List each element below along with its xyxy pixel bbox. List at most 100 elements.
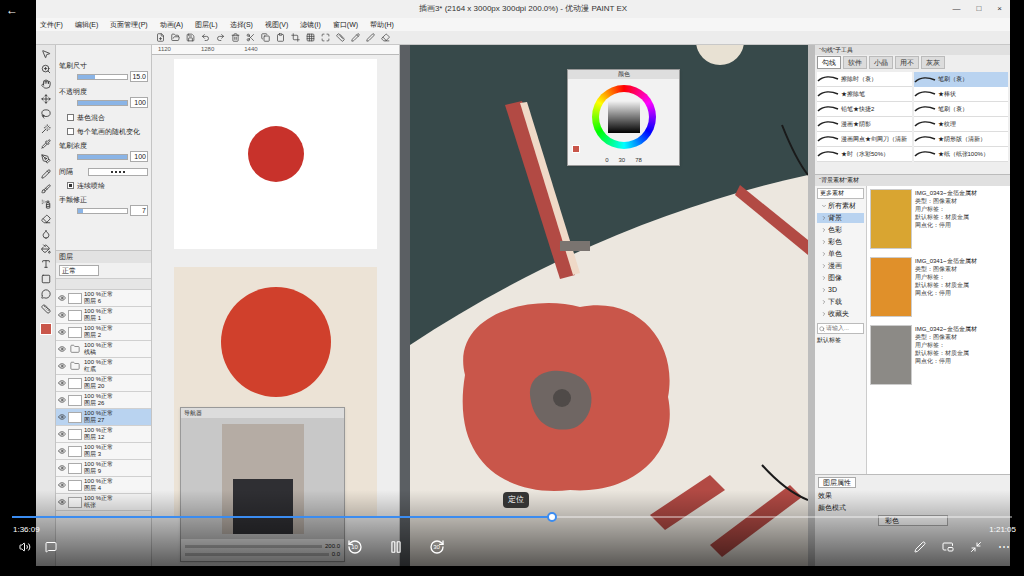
property-slider[interactable]	[77, 154, 128, 160]
rewind-button[interactable]: 10	[347, 539, 363, 555]
visibility-icon[interactable]	[58, 328, 66, 336]
layer-row[interactable]: 100 %正常图层 9	[56, 460, 151, 477]
brush-item[interactable]: 漫画★阴影	[817, 117, 912, 132]
toolbar-icon[interactable]	[156, 33, 165, 42]
tool-icon[interactable]	[41, 64, 51, 74]
material-tree-item[interactable]: 彩色	[817, 237, 864, 247]
menu-item[interactable]: 滤镜(I)	[300, 20, 321, 29]
layer-row[interactable]: 100 %正常图层 6	[56, 290, 151, 307]
menu-item[interactable]: 帮助(H)	[370, 20, 394, 29]
toolbar-icon[interactable]	[276, 33, 285, 42]
property-pattern-row[interactable]: 间隔	[59, 167, 148, 176]
material-tree-item[interactable]: 背景	[817, 213, 864, 223]
brush-item[interactable]: ★擦除笔	[817, 87, 912, 102]
brush-item[interactable]: 漫画网点★剑网刀（清新	[817, 132, 912, 147]
material-tree-item[interactable]: 3D	[817, 285, 864, 295]
exit-fullscreen-icon[interactable]	[970, 541, 982, 553]
brush-item[interactable]: ★纸（纸张100%）	[914, 147, 1009, 162]
current-color-swatch[interactable]	[572, 145, 580, 153]
visibility-icon[interactable]	[58, 362, 66, 370]
brush-item[interactable]: ★纹理	[914, 117, 1009, 132]
menu-item[interactable]: 选择(S)	[230, 20, 253, 29]
layer-row[interactable]: 100 %正常图层 1	[56, 307, 151, 324]
subtool-tab[interactable]: 勾线	[817, 56, 841, 69]
toolbar-icon[interactable]	[186, 33, 195, 42]
more-button[interactable]: ⋯	[998, 541, 1010, 553]
brush-item[interactable]: 笔刷（衰）	[914, 72, 1009, 87]
color-value[interactable]: 78	[635, 157, 642, 164]
tool-icon[interactable]	[41, 214, 51, 224]
tool-icon[interactable]	[41, 184, 51, 194]
checkbox[interactable]	[67, 182, 74, 189]
toolbar-icon[interactable]	[231, 33, 240, 42]
property-value[interactable]: 15.0	[130, 71, 148, 82]
visibility-icon[interactable]	[58, 345, 66, 353]
menu-item[interactable]: 窗口(W)	[333, 20, 358, 29]
subtitle-icon[interactable]	[45, 541, 57, 553]
toolbar-icon[interactable]	[216, 33, 225, 42]
volume-icon[interactable]	[19, 541, 31, 553]
material-item[interactable]: IMG_0343~金箔金属材类型：图像素材用户标签：默认标签：材质金属网点化：停…	[870, 189, 1007, 253]
tool-icon[interactable]	[41, 259, 51, 269]
pip-icon[interactable]	[942, 541, 954, 553]
canvas[interactable]: 颜色03078	[410, 45, 808, 566]
layer-row[interactable]: 100 %正常图层 20	[56, 375, 151, 392]
brush-item[interactable]: 笔刷（衰）	[914, 102, 1009, 117]
material-item[interactable]: IMG_0342~金箔金属材类型：图像素材用户标签：默认标签：材质金属网点化：停…	[870, 325, 1007, 389]
brush-item[interactable]: ★棒状	[914, 87, 1009, 102]
toolbar-icon[interactable]	[306, 33, 315, 42]
visibility-icon[interactable]	[58, 379, 66, 387]
back-button[interactable]: ←	[6, 1, 18, 19]
material-tree-item[interactable]: 漫画	[817, 261, 864, 271]
main-color-swatch[interactable]	[40, 323, 52, 335]
visibility-icon[interactable]	[58, 396, 66, 404]
layer-row[interactable]: 100 %正常红底	[56, 358, 151, 375]
toolbar-icon[interactable]	[261, 33, 270, 42]
pen-icon[interactable]	[914, 541, 926, 553]
brush-item[interactable]: 擦除时（衰）	[817, 72, 912, 87]
color-square[interactable]	[608, 101, 640, 133]
toolbar-icon[interactable]	[171, 33, 180, 42]
menu-item[interactable]: 编辑(E)	[75, 20, 98, 29]
subtool-tab[interactable]: 小晶	[869, 56, 893, 69]
tool-icon[interactable]	[41, 154, 51, 164]
menu-item[interactable]: 图层(L)	[195, 20, 218, 29]
more-materials-button[interactable]: 更多素材	[817, 188, 864, 199]
layer-row[interactable]: 100 %正常图层 26	[56, 392, 151, 409]
material-tree-item[interactable]: 所有素材	[817, 201, 864, 211]
material-search[interactable]: 请输入...	[817, 323, 864, 334]
checkbox[interactable]	[67, 114, 74, 121]
tool-icon[interactable]	[41, 124, 51, 134]
visibility-icon[interactable]	[58, 413, 66, 421]
progress-track[interactable]	[12, 516, 1012, 518]
visibility-icon[interactable]	[58, 294, 66, 302]
layer-row[interactable]: 100 %正常图层 27	[56, 409, 151, 426]
window-button[interactable]: □	[972, 3, 985, 15]
window-button[interactable]: ×	[993, 3, 1006, 15]
color-ring[interactable]	[592, 85, 656, 149]
property-slider[interactable]	[77, 208, 128, 214]
checkbox[interactable]	[67, 128, 74, 135]
menu-item[interactable]: 视图(V)	[265, 20, 288, 29]
tool-icon[interactable]	[41, 94, 51, 104]
property-value[interactable]: 7	[130, 205, 148, 216]
brush-item[interactable]: ★阴形版（清新）	[914, 132, 1009, 147]
property-checkbox-row[interactable]: 基色混合	[59, 113, 148, 122]
property-checkbox-row[interactable]: 连续喷绘	[59, 181, 148, 190]
subtool-tab[interactable]: 软件	[843, 56, 867, 69]
property-value[interactable]: 100	[130, 97, 148, 108]
toolbar-icon[interactable]	[201, 33, 210, 42]
property-value[interactable]: 100	[130, 151, 148, 162]
toolbar-icon[interactable]	[336, 33, 345, 42]
subtool-tab[interactable]: 灰灰	[921, 56, 945, 69]
material-tree-item[interactable]: 色彩	[817, 225, 864, 235]
tool-icon[interactable]	[41, 289, 51, 299]
layer-row[interactable]: 100 %正常图层 12	[56, 426, 151, 443]
material-tree-item[interactable]: 图像	[817, 273, 864, 283]
toolbar-icon[interactable]	[351, 33, 360, 42]
visibility-icon[interactable]	[58, 430, 66, 438]
brush-item[interactable]: ★时（水彩50%）	[817, 147, 912, 162]
menu-item[interactable]: 动画(A)	[160, 20, 183, 29]
tool-icon[interactable]	[41, 199, 51, 209]
tool-icon[interactable]	[41, 49, 51, 59]
